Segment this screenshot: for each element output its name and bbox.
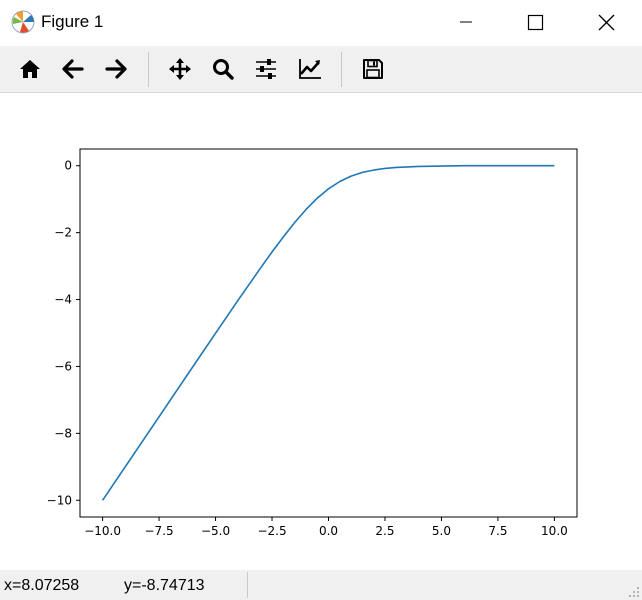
y-tick-label: −4 <box>54 293 72 307</box>
zoom-button[interactable] <box>203 46 243 93</box>
pan-button[interactable] <box>160 46 200 93</box>
arrow-left-icon <box>62 59 84 79</box>
title-bar: Figure 1 <box>0 0 642 46</box>
toolbar-separator <box>148 52 149 87</box>
status-bar: x=8.07258 y=-8.74713 <box>0 570 642 600</box>
maximize-button[interactable] <box>514 0 560 46</box>
x-tick-label: 10.0 <box>541 524 568 538</box>
sliders-icon <box>256 59 276 79</box>
search-icon <box>213 59 234 80</box>
configure-subplots-button[interactable] <box>246 46 286 93</box>
x-tick-label: −7.5 <box>144 524 173 538</box>
home-button[interactable] <box>10 46 50 93</box>
matplotlib-logo-icon <box>11 10 35 34</box>
toolbar-separator <box>341 52 342 87</box>
y-tick-label: −8 <box>54 426 72 440</box>
axes-frame <box>79 148 578 518</box>
minimize-button[interactable] <box>460 0 506 46</box>
forward-button[interactable] <box>96 46 136 93</box>
y-tick-label: −10 <box>47 493 72 507</box>
navigation-toolbar <box>0 46 642 93</box>
y-tick-label: −2 <box>54 226 72 240</box>
close-button[interactable] <box>584 0 630 46</box>
close-icon <box>598 14 615 31</box>
window-title: Figure 1 <box>41 12 104 31</box>
plot-svg[interactable]: −10.0 −7.5 −5.0 −2.5 0.0 2.5 5.0 7.5 10.0 0 −2 −4 −… <box>0 93 642 570</box>
maximize-icon <box>527 14 544 31</box>
resize-grip-icon[interactable] <box>628 586 640 598</box>
home-icon <box>20 60 40 78</box>
series-lines <box>101 164 555 501</box>
series-line <box>101 164 555 501</box>
edit-axis-button[interactable] <box>289 46 329 93</box>
status-separator <box>247 572 248 598</box>
move-icon <box>169 58 191 80</box>
x-tick-label: 5.0 <box>432 524 451 538</box>
arrow-right-icon <box>105 59 127 79</box>
x-tick-label: 2.5 <box>375 524 394 538</box>
figure-canvas[interactable]: −10.0 −7.5 −5.0 −2.5 0.0 2.5 5.0 7.5 10.0 0 −2 −4 −… <box>0 93 642 570</box>
x-tick-label: −2.5 <box>257 524 286 538</box>
save-icon <box>363 59 383 79</box>
back-button[interactable] <box>53 46 93 93</box>
y-tick-label: 0 <box>64 159 72 173</box>
x-axis: −10.0 −7.5 −5.0 −2.5 0.0 2.5 5.0 7.5 10.0 <box>84 517 568 538</box>
y-tick-label: −6 <box>54 359 72 373</box>
y-axis: 0 −2 −4 −6 −8 −10 <box>47 159 80 507</box>
x-tick-label: −5.0 <box>201 524 230 538</box>
x-tick-label: −10.0 <box>84 524 121 538</box>
minimize-icon <box>460 21 472 23</box>
x-coordinate-readout: x=8.07258 <box>4 577 80 594</box>
y-coordinate-readout: y=-8.74713 <box>124 577 205 594</box>
save-button[interactable] <box>353 46 393 93</box>
x-tick-label: 7.5 <box>488 524 507 538</box>
x-tick-label: 0.0 <box>319 524 338 538</box>
line-chart-icon <box>299 59 321 79</box>
